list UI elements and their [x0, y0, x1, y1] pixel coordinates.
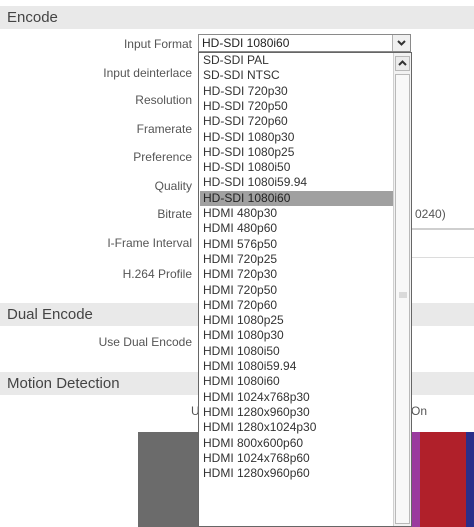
- input-format-select-value: HD-SDI 1080i60: [202, 36, 290, 50]
- motion-preview-purple: [412, 432, 420, 527]
- dropdown-option[interactable]: HDMI 1080i59.94: [200, 359, 393, 374]
- dropdown-option[interactable]: HDMI 1080i60: [200, 374, 393, 389]
- select-dropdown-button[interactable]: [392, 35, 410, 51]
- motion-preview-red: [420, 432, 466, 527]
- dropdown-scrollbar[interactable]: [393, 53, 411, 526]
- iframe-input-edge: [412, 228, 474, 230]
- dropdown-option[interactable]: HDMI 480p60: [200, 221, 393, 236]
- dropdown-option[interactable]: HDMI 720p60: [200, 298, 393, 313]
- label-framerate: Framerate: [136, 122, 192, 136]
- input-format-dropdown-list[interactable]: SD-SDI PAL SD-SDI NTSC HD-SDI 720p30 HD-SDI…: [198, 52, 412, 527]
- dropdown-option[interactable]: HDMI 576p50: [200, 237, 393, 252]
- dropdown-option[interactable]: HD-SDI 720p30: [200, 84, 393, 99]
- dropdown-option[interactable]: HDMI 720p30: [200, 267, 393, 282]
- dropdown-option[interactable]: HDMI 1280x1024p30: [200, 420, 393, 435]
- section-header-encode: Encode: [0, 6, 474, 29]
- h264-input-edge: [412, 257, 474, 258]
- dropdown-option[interactable]: HDMI 1024x768p60: [200, 451, 393, 466]
- dropdown-option[interactable]: HDMI 1024x768p30: [200, 390, 393, 405]
- dropdown-option[interactable]: HDMI 720p25: [200, 252, 393, 267]
- chevron-down-icon: [397, 40, 406, 46]
- dropdown-option[interactable]: HD-SDI 1080i59.94: [200, 175, 393, 190]
- label-preference: Preference: [133, 150, 192, 164]
- dropdown-option[interactable]: HD-SDI 1080p30: [200, 130, 393, 145]
- scroll-thumb[interactable]: [395, 74, 410, 524]
- dropdown-option[interactable]: HDMI 720p50: [200, 283, 393, 298]
- label-iframe-interval: I-Frame Interval: [107, 236, 192, 250]
- chevron-up-icon: [398, 60, 407, 66]
- bitrate-range-text: 0240): [415, 207, 446, 221]
- motion-preview-gray: [138, 432, 198, 527]
- label-input-deinterlace: Input deinterlace: [103, 66, 192, 80]
- dropdown-option[interactable]: SD-SDI NTSC: [200, 68, 393, 83]
- dropdown-option[interactable]: HDMI 1080i50: [200, 344, 393, 359]
- grip-icon: [399, 292, 407, 298]
- dropdown-option[interactable]: HD-SDI 1080p25: [200, 145, 393, 160]
- label-h264-profile: H.264 Profile: [122, 267, 192, 281]
- dropdown-option[interactable]: HDMI 1280x960p30: [200, 405, 393, 420]
- dropdown-option[interactable]: HD-SDI 1080i60: [200, 190, 393, 206]
- motion-preview-blue: [466, 432, 474, 527]
- dropdown-option[interactable]: HD-SDI 1080i50: [200, 160, 393, 175]
- input-format-select[interactable]: HD-SDI 1080i60: [198, 34, 411, 52]
- dropdown-option[interactable]: HDMI 1080p25: [200, 313, 393, 328]
- dropdown-option[interactable]: HDMI 1080p30: [200, 328, 393, 343]
- label-resolution: Resolution: [135, 93, 192, 107]
- label-use-dual-encode: Use Dual Encode: [98, 335, 192, 349]
- label-bitrate: Bitrate: [157, 207, 192, 221]
- dropdown-option[interactable]: HD-SDI 720p60: [200, 114, 393, 129]
- dropdown-option[interactable]: HDMI 800x600p60: [200, 436, 393, 451]
- dropdown-option[interactable]: HD-SDI 720p50: [200, 99, 393, 114]
- dropdown-option[interactable]: HDMI 480p30: [200, 206, 393, 221]
- dropdown-option[interactable]: SD-SDI PAL: [200, 53, 393, 68]
- label-quality: Quality: [154, 179, 192, 193]
- motion-on-label: On: [411, 404, 428, 418]
- label-input-format: Input Format: [123, 37, 192, 51]
- scroll-up-button[interactable]: [395, 56, 410, 71]
- dropdown-option[interactable]: HDMI 1280x960p60: [200, 466, 393, 481]
